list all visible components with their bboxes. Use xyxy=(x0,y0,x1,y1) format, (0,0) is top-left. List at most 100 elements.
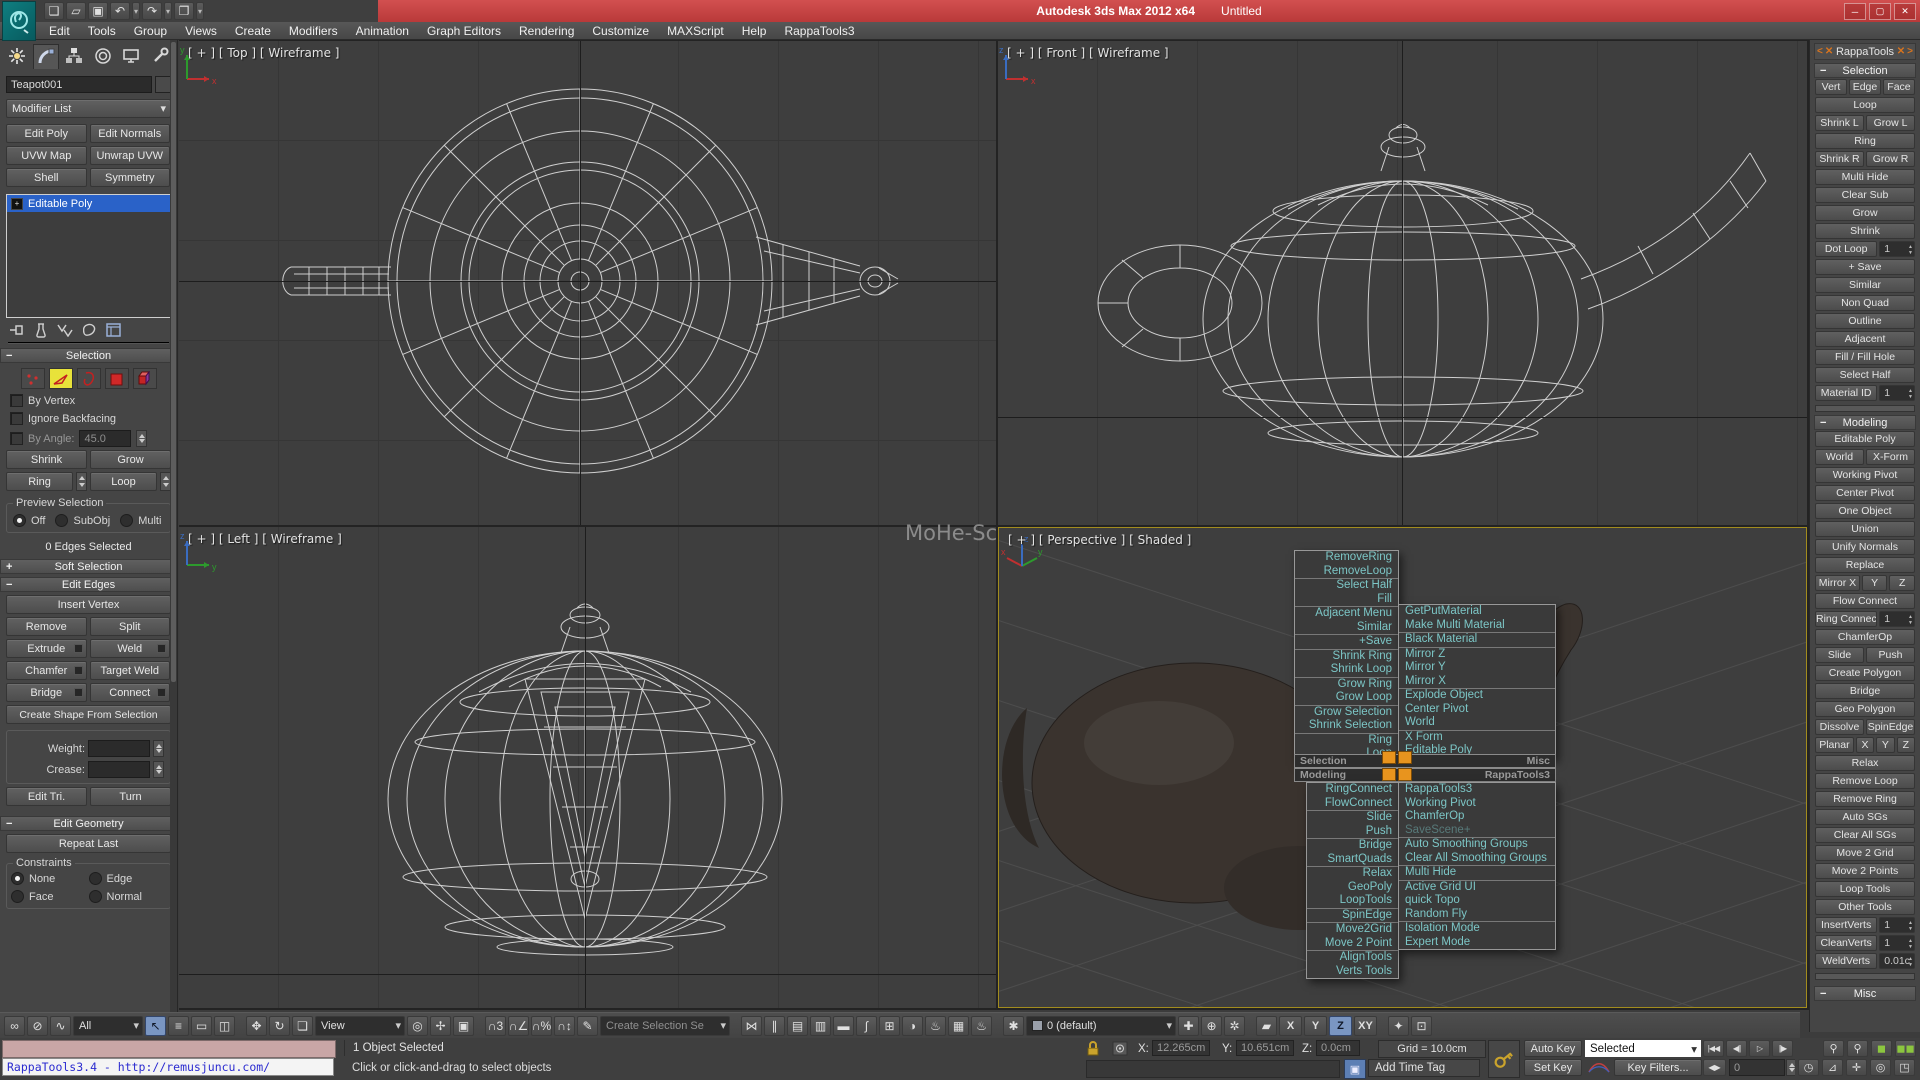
open-file-icon[interactable]: ▱ xyxy=(66,2,86,20)
selection-set-dropdown[interactable]: Selected xyxy=(1585,1040,1701,1057)
rt-button[interactable]: Adjacent xyxy=(1815,331,1915,347)
zoom-extents-icon[interactable]: ◼ xyxy=(1871,1040,1892,1057)
toolbar-icon[interactable] xyxy=(1247,1016,1254,1036)
rt-button[interactable]: Ring Connect xyxy=(1815,611,1877,627)
material-editor-icon[interactable]: ◑ xyxy=(902,1016,923,1036)
rt-button[interactable]: Shrink xyxy=(1815,223,1915,239)
rt-button[interactable]: Planar xyxy=(1815,737,1854,753)
create-shape-button[interactable]: Create Shape From Selection xyxy=(6,705,171,724)
time-configuration-icon[interactable]: ◷ xyxy=(1798,1059,1819,1076)
rt-button[interactable]: Non Quad xyxy=(1815,295,1915,311)
quad-menu-item[interactable]: Random Fly xyxy=(1399,908,1555,922)
maximize-viewport-toggle-icon[interactable]: ◳ xyxy=(1894,1059,1915,1076)
rt-button[interactable]: World xyxy=(1815,449,1864,465)
quad-menu-item[interactable]: Fill xyxy=(1295,593,1398,607)
modifier-shortcut-button[interactable]: Symmetry xyxy=(90,168,171,187)
rt-button[interactable]: Bridge xyxy=(1815,683,1915,699)
snap-toggle-3d-icon[interactable]: ∩3 xyxy=(485,1016,506,1036)
new-scene-icon[interactable]: ❑ xyxy=(44,2,64,20)
schematic-view-icon[interactable]: ⊞ xyxy=(879,1016,900,1036)
quad-menu-item[interactable]: Explode Object xyxy=(1399,688,1555,703)
select-and-link-icon[interactable]: ∞ xyxy=(4,1016,25,1036)
play-button[interactable]: ▷ xyxy=(1749,1040,1770,1057)
preview-option[interactable]: SubObj xyxy=(55,514,110,527)
reference-coordinate-dropdown[interactable]: View xyxy=(315,1016,405,1036)
modifier-shortcut-button[interactable]: Edit Normals xyxy=(90,124,171,143)
rt-button[interactable]: Y xyxy=(1862,575,1888,591)
menu-item[interactable]: MAXScript xyxy=(658,22,733,40)
quad-menu-item[interactable]: Relax xyxy=(1307,866,1398,881)
xy-plane-constraint-button[interactable]: XY xyxy=(1354,1016,1377,1036)
rt-button[interactable]: Edge xyxy=(1849,79,1881,95)
rt-button[interactable]: 0.01c xyxy=(1879,953,1915,969)
window-crossing-icon[interactable]: ◫ xyxy=(214,1016,235,1036)
rt-button[interactable]: Dot Loop xyxy=(1815,241,1877,257)
crease-spinner[interactable] xyxy=(153,761,164,778)
rt-button[interactable]: Clear All SGs xyxy=(1815,827,1915,843)
quad-menu-item[interactable]: LoopTools xyxy=(1307,894,1398,908)
preview-option[interactable]: Off xyxy=(13,514,45,527)
stack-expand-icon[interactable]: + xyxy=(11,198,23,210)
edit-tri-button[interactable]: Edit Tri. xyxy=(6,787,87,806)
rt-button[interactable]: Material ID xyxy=(1815,385,1877,401)
edit-edges-button[interactable]: Bridge xyxy=(6,683,87,702)
polygon-subobject-icon[interactable] xyxy=(105,368,129,389)
rt-button[interactable]: Dissolve xyxy=(1815,719,1864,735)
quad-menu-item[interactable]: AlignTools xyxy=(1307,950,1398,965)
stack-item-editable-poly[interactable]: + Editable Poly xyxy=(7,195,170,212)
rt-button[interactable]: Mirror X xyxy=(1815,575,1860,591)
align-icon[interactable]: ∥ xyxy=(764,1016,785,1036)
quad-menu-item[interactable]: ChamferOp xyxy=(1399,810,1555,824)
by-vertex-checkbox[interactable] xyxy=(10,394,23,407)
angle-snap-icon[interactable]: ∩∠ xyxy=(508,1016,529,1036)
menu-item[interactable]: RappaTools3 xyxy=(775,22,863,40)
ribbon-toggle-icon[interactable]: ▬ xyxy=(833,1016,854,1036)
quad-menu-item[interactable]: Mirror X xyxy=(1399,675,1555,689)
quad-menu-item[interactable]: Active Grid UI xyxy=(1399,880,1555,895)
rt-button[interactable]: Flow Connect xyxy=(1815,593,1915,609)
menu-item[interactable]: Tools xyxy=(79,22,125,40)
rt-button[interactable]: Grow R xyxy=(1866,151,1915,167)
modifier-list-dropdown[interactable]: Modifier List xyxy=(6,99,171,118)
select-and-move-icon[interactable]: ✥ xyxy=(246,1016,267,1036)
ring-spinner[interactable] xyxy=(76,472,87,491)
viewport-perspective-label[interactable]: [ + ] [ Perspective ] [ Shaded ] xyxy=(1008,533,1191,547)
add-selection-to-layer-icon[interactable]: ⊕ xyxy=(1201,1016,1222,1036)
menu-item[interactable]: Customize xyxy=(583,22,658,40)
tab-display[interactable] xyxy=(118,43,145,69)
edit-edges-button[interactable]: Extrude xyxy=(6,639,87,658)
quad-menu-item[interactable]: World xyxy=(1399,716,1555,730)
workspace-dropdown-icon[interactable]: ▾ xyxy=(196,2,204,20)
quad-menu-item[interactable]: Grow Selection xyxy=(1295,705,1398,720)
undo-icon[interactable]: ↶ xyxy=(110,2,130,20)
rt-button[interactable]: Outline xyxy=(1815,313,1915,329)
pan-view-icon[interactable]: ✛ xyxy=(1846,1059,1867,1076)
rt-button[interactable]: Clear Sub xyxy=(1815,187,1915,203)
menu-item[interactable]: Edit xyxy=(40,22,79,40)
edit-edges-button[interactable]: Target Weld xyxy=(90,661,171,680)
current-frame-field[interactable]: 0 xyxy=(1729,1059,1785,1076)
toolbar-icon[interactable] xyxy=(1379,1016,1386,1036)
rt-rollout-misc[interactable]: − Misc xyxy=(1814,986,1916,1001)
rt-button[interactable]: Center Pivot xyxy=(1815,485,1915,501)
quad-menu-item[interactable]: Bridge xyxy=(1307,838,1398,853)
quad-menu-item[interactable]: Multi Hide xyxy=(1399,865,1555,880)
set-key-button[interactable]: Set Key xyxy=(1524,1059,1582,1076)
quad-menu-item[interactable]: Select Half xyxy=(1295,578,1398,593)
edit-edges-button[interactable]: Chamfer xyxy=(6,661,87,680)
constraint-option[interactable]: Face xyxy=(11,890,89,903)
quad-menu-item[interactable]: SmartQuads xyxy=(1307,853,1398,867)
rt-button[interactable]: Working Pivot xyxy=(1815,467,1915,483)
viewport-top-label[interactable]: [ + ] [ Top ] [ Wireframe ] xyxy=(188,46,339,60)
rt-button[interactable]: Ring xyxy=(1815,133,1915,149)
repeat-last-button[interactable]: Repeat Last xyxy=(6,834,171,853)
rt-button[interactable]: SpinEdge xyxy=(1866,719,1915,735)
z-constraint-button[interactable]: Z xyxy=(1329,1016,1352,1036)
quad-menu-item[interactable]: RingConnect xyxy=(1307,783,1398,797)
maxscript-mini-listener-pink[interactable] xyxy=(2,1040,336,1058)
modifier-shortcut-button[interactable]: Unwrap UVW xyxy=(90,146,171,165)
menu-item[interactable]: Animation xyxy=(347,22,418,40)
quad-menu-item[interactable]: Similar xyxy=(1295,621,1398,635)
absolute-offset-toggle-icon[interactable] xyxy=(1112,1041,1128,1056)
rt-button[interactable]: Grow xyxy=(1815,205,1915,221)
